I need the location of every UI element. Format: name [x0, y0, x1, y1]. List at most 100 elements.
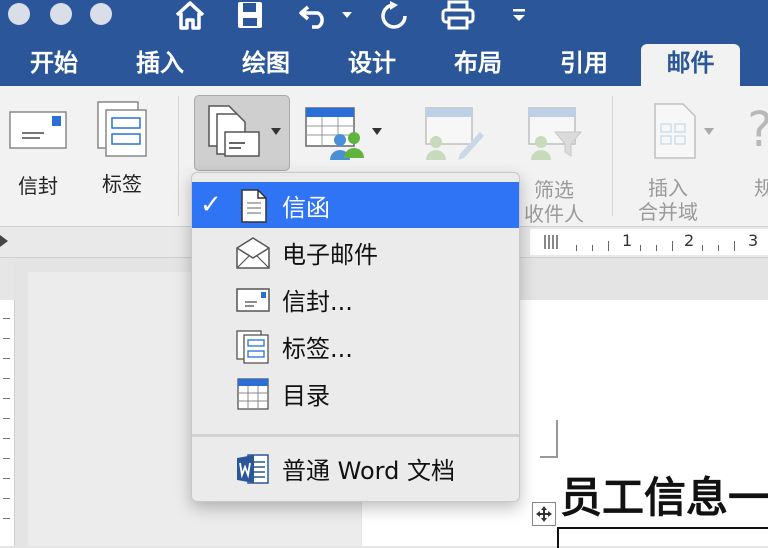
tab-design[interactable]: 设计 [332, 44, 412, 86]
menu-item-label: 信函 [282, 194, 330, 222]
merge-field-icon [654, 103, 696, 159]
page-corner-mark [540, 420, 558, 458]
labels-icon [97, 101, 147, 157]
tab-references[interactable]: 引用 [544, 44, 624, 86]
filter-recipients-button[interactable]: 筛选 收件人 [514, 104, 594, 226]
insert-field-line1: 插入 [648, 176, 688, 200]
ruler-tick [3, 358, 10, 359]
menu-item-label: 信封... [282, 288, 353, 316]
ribbon-tabs: 开始 插入 绘图 设计 布局 引用 邮件 [0, 44, 768, 86]
envelopes-label: 信封 [18, 174, 58, 198]
menu-item-email[interactable]: 电子邮件 [192, 229, 519, 275]
tab-layout[interactable]: 布局 [438, 44, 518, 86]
undo-dropdown-icon[interactable] [340, 0, 354, 30]
ruler-tick [592, 245, 593, 251]
menu-item-label: 标签... [282, 335, 353, 363]
ruler-tick [576, 245, 577, 251]
close-window-button[interactable] [8, 3, 30, 25]
labels-icon [236, 330, 269, 364]
ruler-tick [640, 245, 641, 251]
title-bar [0, 0, 768, 44]
labels-button[interactable]: 标签 [92, 100, 152, 196]
menu-item-envelopes[interactable]: 信封... [192, 276, 519, 322]
zoom-window-button[interactable] [90, 3, 112, 25]
customize-toolbar-icon[interactable] [508, 0, 530, 30]
labels-label: 标签 [102, 172, 142, 196]
menu-item-normal-word-document[interactable]: 普通 Word 文档 [192, 445, 519, 491]
tab-mailings[interactable]: 邮件 [641, 44, 740, 86]
ruler-number: 3 [748, 231, 759, 250]
table-move-handle[interactable] [532, 502, 556, 526]
word-document-icon [237, 454, 269, 484]
ruler-tick [672, 241, 673, 251]
menu-divider [192, 434, 519, 437]
menu-item-label: 电子邮件 [282, 241, 378, 269]
ruler-tick [3, 418, 10, 419]
ruler-tick [3, 518, 10, 519]
tab-home[interactable]: 开始 [14, 44, 94, 86]
envelope-icon [9, 111, 67, 149]
select-recipients-button[interactable] [304, 104, 384, 164]
redo-icon[interactable] [376, 0, 412, 30]
directory-icon [237, 378, 269, 410]
ruler-tick [3, 398, 10, 399]
ruler-number: 1 [622, 231, 633, 250]
filter-label-line2: 收件人 [524, 202, 584, 226]
ruler-tick [3, 338, 10, 339]
tab-draw[interactable]: 绘图 [226, 44, 306, 86]
ruler-tick [3, 438, 10, 439]
menu-item-label: 普通 Word 文档 [282, 457, 455, 485]
ruler-marker-icon [0, 235, 8, 247]
question-icon: ? [740, 104, 768, 156]
ruler-tick [3, 378, 10, 379]
checkmark-icon: ✓ [200, 190, 222, 220]
document-table[interactable] [557, 527, 768, 548]
letter-icon [241, 189, 267, 223]
chevron-down-icon [704, 128, 714, 135]
rules-button[interactable]: ? 规 [740, 104, 768, 200]
start-mail-merge-button[interactable] [194, 95, 290, 171]
undo-icon[interactable] [296, 0, 336, 30]
tab-insert[interactable]: 插入 [120, 44, 200, 86]
insert-field-line2: 合并域 [638, 200, 698, 224]
edit-list-icon [425, 107, 484, 160]
filter-icon [528, 107, 583, 160]
save-icon[interactable] [232, 0, 268, 30]
menu-item-directory[interactable]: 目录 [192, 370, 519, 416]
ruler-tick [3, 498, 10, 499]
recipients-icon [305, 107, 364, 160]
ruler-tick [3, 458, 10, 459]
envelopes-button[interactable]: 信封 [6, 106, 70, 198]
ribbon-separator [612, 96, 613, 216]
chevron-down-icon [271, 128, 281, 135]
ruler-tick [608, 241, 609, 251]
document-heading[interactable]: 员工信息一 [560, 464, 768, 525]
ribbon-separator [178, 96, 179, 216]
envelope-icon [236, 288, 270, 312]
menu-item-letters[interactable]: ✓ 信函 [192, 182, 519, 228]
ruler-tick [3, 318, 10, 319]
ruler-tick [718, 245, 719, 251]
email-icon [236, 237, 270, 269]
merge-documents-icon [208, 105, 260, 157]
chevron-down-icon [372, 128, 382, 135]
menu-item-labels[interactable]: 标签... [192, 323, 519, 369]
minimize-window-button[interactable] [50, 3, 72, 25]
start-mail-merge-menu: ✓ 信函 电子邮件 信封... 标签... 目录 普通 Word 文档 [191, 172, 520, 502]
home-icon[interactable] [170, 0, 210, 30]
ruler-tick [656, 245, 657, 251]
insert-merge-field-button[interactable]: 插入 合并域 [636, 102, 716, 224]
vertical-ruler[interactable] [0, 300, 15, 546]
ruler-grip-icon [544, 235, 558, 249]
ruler-number: 2 [684, 231, 695, 250]
horizontal-ruler[interactable]: 1 2 3 [530, 229, 768, 255]
menu-item-label: 目录 [282, 382, 330, 410]
ruler-tick [3, 478, 10, 479]
ruler-tick [734, 241, 735, 251]
edit-recipient-list-button[interactable] [420, 104, 486, 164]
filter-label-line1: 筛选 [534, 178, 574, 202]
move-icon [536, 506, 552, 522]
print-icon[interactable] [438, 0, 478, 30]
ruler-tick [702, 245, 703, 251]
rules-label: 规 [754, 176, 768, 200]
